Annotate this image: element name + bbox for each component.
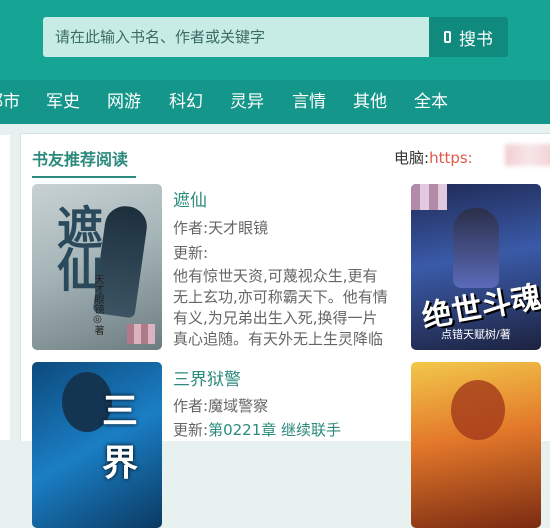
pc-url[interactable]: https: bbox=[429, 149, 473, 167]
pc-label: 电脑: bbox=[394, 149, 430, 167]
cover-author: 点错天赋树/著 bbox=[441, 328, 511, 341]
search-icon bbox=[444, 31, 451, 43]
section-title: 书友推荐阅读 bbox=[32, 150, 129, 169]
recommend-section: 书友推荐阅读 电脑:https: 遮仙 天才眼镜◎著 遮仙 作者:天才眼镜 更新… bbox=[20, 133, 550, 528]
book-cover-sanjieyujing[interactable]: 三界 bbox=[32, 362, 162, 528]
book-author: 作者:天才眼镜 bbox=[173, 217, 268, 238]
update-label: 更新: bbox=[173, 244, 209, 262]
category-nav: 都市 军史 网游 科幻 灵异 言情 其他 全本 bbox=[0, 80, 550, 124]
book-author: 作者:魔域警察 bbox=[173, 395, 268, 416]
author-label: 作者: bbox=[173, 219, 209, 237]
author-name: 魔域警察 bbox=[208, 397, 269, 415]
site-header: 搜书 bbox=[0, 0, 550, 80]
nav-item-yanqing[interactable]: 言情 bbox=[292, 80, 326, 124]
search-button[interactable]: 搜书 bbox=[429, 17, 508, 57]
cover-author: 天才眼镜◎著 bbox=[92, 274, 103, 335]
book-update: 更新: bbox=[173, 242, 208, 263]
search-button-label: 搜书 bbox=[459, 29, 493, 50]
nav-item-quanben[interactable]: 全本 bbox=[414, 80, 448, 124]
nav-item-kehuan[interactable]: 科幻 bbox=[169, 80, 203, 124]
book-title[interactable]: 三界狱警 bbox=[173, 365, 241, 390]
pc-site-link[interactable]: 电脑:https: bbox=[394, 147, 473, 168]
book-cover-fire[interactable] bbox=[411, 362, 541, 528]
book-title[interactable]: 遮仙 bbox=[173, 186, 207, 211]
author-name: 天才眼镜 bbox=[208, 219, 269, 237]
section-title-underline bbox=[32, 176, 136, 178]
left-panel-edge bbox=[0, 135, 10, 440]
book-cover-jueshidouhun[interactable]: 绝世斗魂 点错天赋树/著 bbox=[411, 184, 541, 350]
nav-item-qita[interactable]: 其他 bbox=[353, 80, 387, 124]
book-description: 他有惊世天资,可蔑视众生,更有无上玄功,亦可称霸天下。他有情有义,为兄弟出生入死… bbox=[173, 267, 388, 348]
book-update: 更新:第0221章 继续联手 bbox=[173, 419, 341, 440]
nav-item-junshi[interactable]: 军史 bbox=[46, 80, 80, 124]
update-label: 更新: bbox=[173, 421, 209, 439]
cover-figure bbox=[453, 208, 499, 288]
mosaic-watermark bbox=[127, 324, 155, 344]
author-label: 作者: bbox=[173, 397, 209, 415]
update-chapter[interactable]: 第0221章 继续联手 bbox=[208, 421, 341, 439]
nav-item-dushi[interactable]: 都市 bbox=[0, 80, 20, 124]
nav-item-wangyou[interactable]: 网游 bbox=[107, 80, 141, 124]
book-cover-zhexian[interactable]: 遮仙 天才眼镜◎著 bbox=[32, 184, 162, 350]
blurred-url bbox=[505, 144, 550, 166]
search-input[interactable] bbox=[43, 17, 429, 57]
cover-figure bbox=[451, 380, 505, 440]
cover-title: 三界 bbox=[102, 391, 139, 484]
mosaic-watermark bbox=[411, 184, 447, 210]
nav-item-lingyi[interactable]: 灵异 bbox=[230, 80, 264, 124]
